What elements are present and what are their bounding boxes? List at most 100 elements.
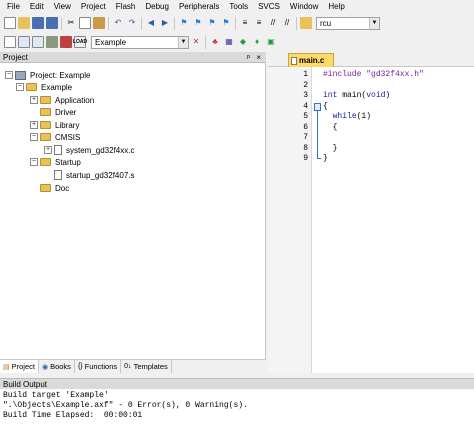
next-bookmark-icon[interactable]: ⚑ bbox=[206, 17, 218, 29]
folder-icon bbox=[40, 108, 51, 116]
build-icon[interactable] bbox=[18, 36, 30, 48]
translate-icon[interactable] bbox=[4, 36, 16, 48]
pack-installer-icon[interactable]: ♦ bbox=[251, 36, 263, 48]
select-packs-icon[interactable]: ◆ bbox=[237, 36, 249, 48]
build-output-panel[interactable]: Build target 'Example' ".\Objects\Exampl… bbox=[0, 389, 474, 430]
tab-project[interactable]: ▤ Project bbox=[0, 360, 39, 373]
tree-item-project[interactable]: − Project: Example bbox=[5, 69, 90, 81]
tree-item-cmsis[interactable]: − CMSIS bbox=[30, 131, 80, 143]
menu-peripherals[interactable]: Peripherals bbox=[174, 0, 224, 14]
build-output-title: Build Output bbox=[3, 380, 48, 389]
new-file-icon[interactable] bbox=[4, 17, 16, 29]
tree-item-startup-file[interactable]: startup_gd32f407.s bbox=[54, 169, 135, 181]
tree-item-startup[interactable]: − Startup bbox=[30, 156, 81, 168]
code-line-8: } bbox=[323, 143, 338, 153]
find-in-files-icon[interactable] bbox=[300, 17, 312, 29]
tab-books[interactable]: ◉ Books bbox=[39, 360, 75, 373]
paste-icon[interactable] bbox=[93, 17, 105, 29]
editor-tab-main-c[interactable]: main.c bbox=[288, 53, 334, 67]
open-file-icon[interactable] bbox=[18, 17, 30, 29]
navigate-back-icon[interactable]: ◀ bbox=[145, 17, 157, 29]
prev-bookmark-icon[interactable]: ⚑ bbox=[192, 17, 204, 29]
collapse-icon[interactable]: − bbox=[5, 71, 13, 79]
menu-debug[interactable]: Debug bbox=[140, 0, 174, 14]
line-number: 3 bbox=[303, 91, 308, 100]
target-options-icon[interactable]: ✕ bbox=[190, 36, 202, 48]
tree-item-application[interactable]: + Application bbox=[30, 94, 94, 106]
expand-icon[interactable]: + bbox=[30, 121, 38, 129]
collapse-icon[interactable]: − bbox=[16, 83, 24, 91]
menu-flash[interactable]: Flash bbox=[111, 0, 141, 14]
close-icon[interactable]: × bbox=[256, 52, 261, 63]
menu-file[interactable]: File bbox=[2, 0, 25, 14]
project-panel-header: Project ᵖ × bbox=[0, 52, 266, 63]
tree-item-label: Driver bbox=[55, 107, 77, 117]
redo-icon[interactable]: ↷ bbox=[126, 17, 138, 29]
collapse-icon[interactable]: − bbox=[30, 133, 38, 141]
file-extensions-icon[interactable]: ♣ bbox=[209, 36, 221, 48]
manage-components-icon[interactable]: ▦ bbox=[223, 36, 235, 48]
chevron-down-icon[interactable]: ▼ bbox=[178, 36, 188, 48]
save-icon[interactable] bbox=[32, 17, 44, 29]
copy-icon[interactable] bbox=[79, 17, 91, 29]
keyword-token: while bbox=[332, 112, 357, 121]
menu-help[interactable]: Help bbox=[323, 0, 349, 14]
tree-item-doc[interactable]: Doc bbox=[40, 182, 69, 194]
collapse-icon[interactable]: − bbox=[30, 158, 38, 166]
line-number-gutter: 1 2 3 4 5 6 7 8 9 bbox=[268, 67, 312, 373]
editor-tab-bar: main.c bbox=[268, 52, 474, 67]
tab-label: Project bbox=[11, 362, 35, 371]
target-select-value: Example bbox=[95, 37, 127, 47]
tab-label: Functions bbox=[84, 362, 118, 371]
batch-build-icon[interactable] bbox=[46, 36, 58, 48]
rebuild-icon[interactable] bbox=[32, 36, 44, 48]
menu-tools[interactable]: Tools bbox=[224, 0, 253, 14]
navigate-forward-icon[interactable]: ▶ bbox=[159, 17, 171, 29]
chevron-down-icon[interactable]: ▼ bbox=[369, 17, 379, 29]
undo-icon[interactable]: ↶ bbox=[112, 17, 124, 29]
menu-svcs[interactable]: SVCS bbox=[253, 0, 285, 14]
tab-functions[interactable]: {} Functions bbox=[75, 360, 122, 373]
tree-item-library[interactable]: + Library bbox=[30, 119, 79, 131]
fold-end bbox=[317, 158, 321, 159]
tree-item-system-file[interactable]: + system_gd32f4xx.c bbox=[44, 144, 134, 156]
tab-templates[interactable]: 0↓ Templates bbox=[121, 360, 172, 373]
folder-icon bbox=[40, 158, 51, 166]
menu-edit[interactable]: Edit bbox=[25, 0, 49, 14]
download-icon[interactable]: LOAD bbox=[73, 36, 87, 48]
line-number: 5 bbox=[303, 112, 308, 121]
unindent-icon[interactable]: ≡ bbox=[253, 17, 265, 29]
indent-icon[interactable]: ≡ bbox=[239, 17, 251, 29]
expand-icon[interactable]: + bbox=[44, 146, 52, 154]
tab-label: Templates bbox=[133, 362, 168, 371]
tree-item-example[interactable]: − Example bbox=[16, 81, 72, 93]
tree-item-label: Application bbox=[55, 95, 95, 105]
save-all-icon[interactable] bbox=[46, 17, 58, 29]
run-time-environment-icon[interactable]: ▣ bbox=[265, 36, 277, 48]
target-select[interactable]: Example ▼ bbox=[91, 35, 189, 49]
find-combo[interactable]: rcu ▼ bbox=[316, 16, 380, 30]
code-editor[interactable]: 1 2 3 4 5 6 7 8 9 #include "gd32f4xx.h" … bbox=[268, 67, 474, 373]
pin-icon[interactable]: ᵖ bbox=[247, 52, 250, 63]
cut-icon[interactable]: ✂ bbox=[65, 17, 77, 29]
tree-item-label: startup_gd32f407.s bbox=[66, 170, 135, 180]
stop-build-icon[interactable] bbox=[60, 36, 72, 48]
line-number: 8 bbox=[303, 143, 308, 153]
uncomment-icon[interactable]: // bbox=[281, 17, 293, 29]
menu-window[interactable]: Window bbox=[285, 0, 323, 14]
code-line-4: { bbox=[323, 101, 328, 111]
bookmark-icon[interactable]: ⚑ bbox=[178, 17, 190, 29]
line-number: 6 bbox=[303, 122, 308, 132]
books-icon: ◉ bbox=[41, 363, 49, 371]
templates-icon: 0↓ bbox=[124, 363, 132, 370]
clear-bookmarks-icon[interactable]: ⚑ bbox=[220, 17, 232, 29]
tree-item-driver[interactable]: Driver bbox=[40, 106, 76, 118]
tab-label: Books bbox=[50, 362, 71, 371]
toolbar-separator bbox=[205, 35, 206, 49]
menu-view[interactable]: View bbox=[49, 0, 76, 14]
line-number: 9 bbox=[303, 154, 308, 163]
comment-icon[interactable]: // bbox=[267, 17, 279, 29]
fold-marker-icon[interactable] bbox=[314, 102, 321, 111]
menu-project[interactable]: Project bbox=[76, 0, 111, 14]
expand-icon[interactable]: + bbox=[30, 96, 38, 104]
